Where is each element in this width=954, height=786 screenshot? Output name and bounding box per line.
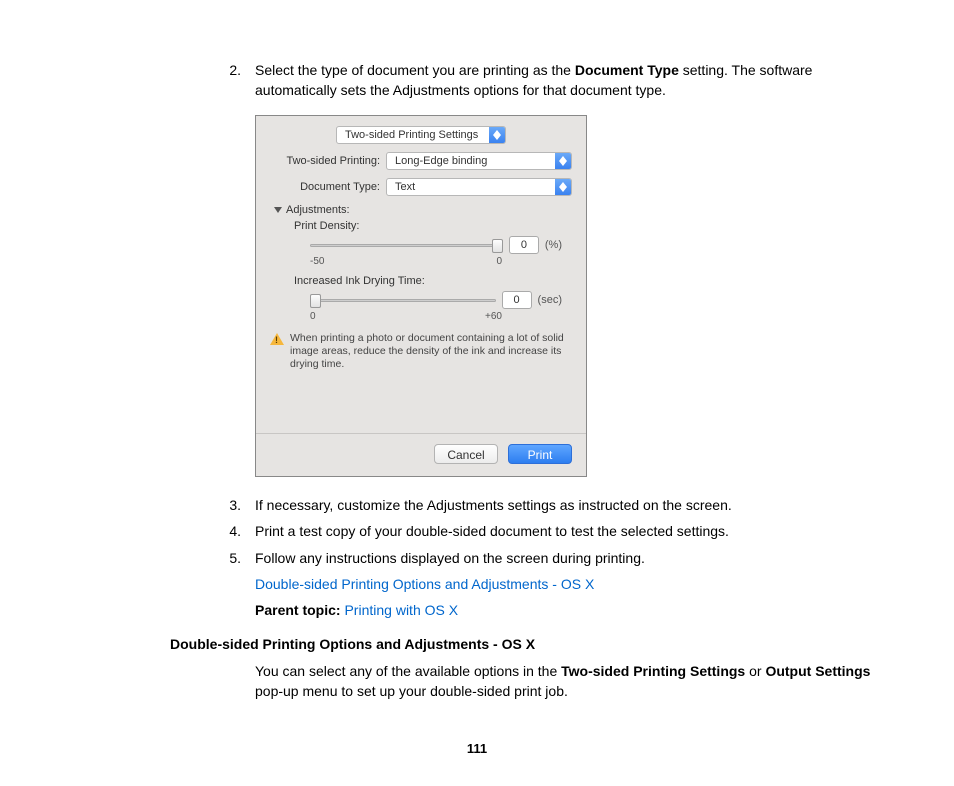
chevron-updown-icon (555, 179, 571, 195)
print-density-unit: (%) (545, 239, 562, 251)
document-type-select[interactable]: Text (386, 178, 572, 196)
slider-min: 0 (310, 311, 316, 322)
warning-icon: ! (270, 333, 284, 347)
adjustments-label: Adjustments: (286, 204, 350, 216)
adjustments-disclosure[interactable]: Adjustments: (274, 204, 572, 216)
drying-time-unit: (sec) (538, 294, 562, 306)
chevron-updown-icon (489, 127, 505, 143)
parent-topic-label: Parent topic: (255, 602, 344, 618)
print-settings-dialog: Two-sided Printing Settings Two-sided Pr… (255, 115, 587, 477)
step-3: 3. If necessary, customize the Adjustmen… (60, 495, 894, 515)
step-number: 2. (215, 60, 255, 101)
step-text: Follow any instructions displayed on the… (255, 548, 894, 568)
select-value: Two-sided Printing Settings (337, 129, 489, 141)
step-text: Select the type of document you are prin… (255, 60, 894, 101)
print-density-slider[interactable] (310, 238, 503, 252)
warning-note: ! When printing a photo or document cont… (270, 332, 572, 371)
print-button[interactable]: Print (508, 444, 572, 464)
print-density-label: Print Density: (294, 220, 572, 232)
step-text: If necessary, customize the Adjustments … (255, 495, 894, 515)
chevron-updown-icon (555, 153, 571, 169)
section-heading: Double-sided Printing Options and Adjust… (170, 634, 894, 654)
select-value: Long-Edge binding (387, 155, 555, 167)
step-text: Print a test copy of your double-sided d… (255, 521, 894, 541)
select-value: Text (387, 181, 555, 193)
slider-max: 0 (496, 256, 502, 267)
options-adjustments-link[interactable]: Double-sided Printing Options and Adjust… (255, 576, 594, 592)
parent-topic-link[interactable]: Printing with OS X (344, 602, 458, 618)
drying-time-label: Increased Ink Drying Time: (294, 275, 572, 287)
page-number: 111 (60, 741, 894, 756)
print-density-value[interactable]: 0 (509, 236, 539, 254)
drying-time-value[interactable]: 0 (502, 291, 532, 309)
step-5: 5. Follow any instructions displayed on … (60, 548, 894, 568)
warning-text: When printing a photo or document contai… (290, 332, 572, 371)
two-sided-printing-label: Two-sided Printing: (270, 155, 386, 167)
section-body: You can select any of the available opti… (255, 661, 894, 702)
disclosure-triangle-icon (274, 207, 282, 213)
step-2: 2. Select the type of document you are p… (60, 60, 894, 101)
step-number: 5. (215, 548, 255, 568)
cancel-button[interactable]: Cancel (434, 444, 498, 464)
two-sided-printing-select[interactable]: Long-Edge binding (386, 152, 572, 170)
slider-min: -50 (310, 256, 324, 267)
step-number: 3. (215, 495, 255, 515)
step-number: 4. (215, 521, 255, 541)
document-type-label: Document Type: (270, 181, 386, 193)
drying-time-slider[interactable] (310, 293, 496, 307)
slider-max: +60 (485, 311, 502, 322)
step-4: 4. Print a test copy of your double-side… (60, 521, 894, 541)
settings-category-select[interactable]: Two-sided Printing Settings (336, 126, 506, 144)
